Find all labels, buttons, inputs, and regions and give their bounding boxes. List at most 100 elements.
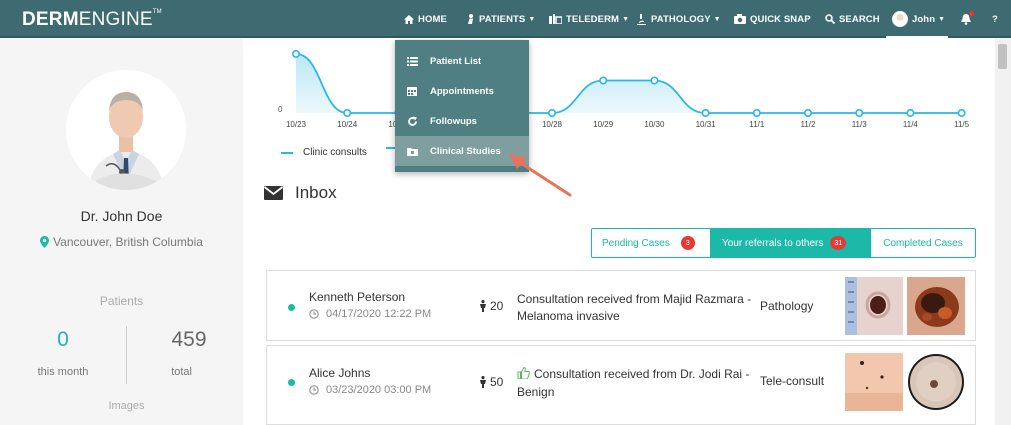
- nav-pathology-label: PATHOLOGY: [651, 13, 711, 25]
- doctor-name: Dr. John Doe: [80, 208, 163, 224]
- consultation-summary-text: Consultation received from Dr. Jodi Rai …: [517, 367, 750, 399]
- tab-your-referrals[interactable]: Your referrals to others 31: [711, 228, 870, 258]
- dermengine-logo[interactable]: DERMENGINETM: [22, 9, 162, 31]
- data-point[interactable]: [701, 109, 710, 118]
- x-tick-label: 11/4: [903, 120, 919, 129]
- data-point[interactable]: [855, 109, 864, 118]
- scrollbar-thumb[interactable]: [998, 44, 1007, 69]
- folder-icon: [405, 147, 419, 156]
- doctor-location: Vancouver, British Columbia: [0, 235, 243, 251]
- case-type: Pathology: [760, 299, 814, 313]
- menu-item-appointments[interactable]: Appointments: [395, 76, 529, 106]
- nav-user-menu[interactable]: John ▼: [892, 0, 945, 38]
- patients-stats-label: Patients: [99, 294, 144, 308]
- thumbs-up-icon: [517, 366, 530, 384]
- user-avatar: [892, 11, 908, 27]
- data-point[interactable]: [650, 76, 659, 85]
- consults-line-chart: 010/2310/2410/2510/2610/2710/2810/2910/3…: [278, 49, 970, 129]
- patients-this-month-label: this month: [37, 366, 89, 378]
- refresh-icon: [405, 116, 419, 127]
- x-tick-label: 11/2: [801, 120, 817, 129]
- data-point[interactable]: [803, 109, 812, 118]
- inbox-row[interactable]: Alice Johns 03/23/2020 03:00 PM 50 Consu…: [266, 345, 976, 425]
- nav-quick-snap-label: QUICK SNAP: [750, 13, 811, 25]
- envelope-icon: [264, 186, 283, 200]
- consultation-summary: Consultation received from Dr. Jodi Rai …: [517, 366, 753, 401]
- chevron-down-icon: ▼: [713, 15, 721, 23]
- x-tick-label: 10/30: [644, 120, 665, 129]
- search-icon: [825, 14, 835, 24]
- nav-quick-snap[interactable]: QUICK SNAP: [734, 0, 811, 38]
- x-tick-label: 10/24: [337, 120, 358, 129]
- data-point[interactable]: [906, 109, 915, 118]
- referrals-count-badge: 31: [830, 236, 847, 250]
- patients-icon: [466, 14, 475, 24]
- location-pin-icon: [40, 236, 50, 251]
- data-point[interactable]: [547, 109, 556, 118]
- menu-item-followups[interactable]: Followups: [395, 106, 529, 136]
- nav-user-label: John: [912, 13, 936, 25]
- data-point[interactable]: [599, 76, 608, 85]
- menu-item-label: Clinical Studies: [430, 145, 501, 157]
- tab-completed-cases[interactable]: Completed Cases: [870, 228, 976, 258]
- patient-name[interactable]: Kenneth Peterson: [309, 290, 405, 304]
- tab-label: Completed Cases: [883, 237, 963, 249]
- nav-search[interactable]: SEARCH: [825, 0, 880, 38]
- microscope-icon: [636, 13, 647, 25]
- patient-age: 20: [479, 299, 503, 313]
- lesion-image-dermoscopy-3[interactable]: [907, 353, 965, 411]
- clock-icon: [309, 385, 319, 395]
- chevron-down-icon: ▼: [528, 15, 536, 23]
- data-point[interactable]: [752, 109, 761, 118]
- nav-search-label: SEARCH: [839, 13, 880, 25]
- status-dot: [288, 379, 295, 386]
- doctor-location-text: Vancouver, British Columbia: [53, 235, 203, 249]
- nav-notifications[interactable]: [961, 0, 975, 38]
- lesion-image-dermoscopy-2[interactable]: [907, 277, 965, 335]
- doctor-avatar: [66, 70, 186, 190]
- case-date-text: 04/17/2020 12:22 PM: [326, 308, 432, 320]
- patient-name[interactable]: Alice Johns: [309, 366, 370, 380]
- x-tick-label: 10/31: [696, 120, 717, 129]
- list-icon: [405, 56, 419, 66]
- nav-home-label: HOME: [418, 13, 447, 25]
- help-icon: ?: [992, 13, 998, 25]
- x-tick-label: 10/28: [542, 120, 563, 129]
- page-scrollbar[interactable]: [995, 38, 1011, 425]
- legend-label-clinic-consults[interactable]: Clinic consults: [303, 147, 367, 158]
- data-point[interactable]: [957, 109, 966, 118]
- telederm-icon: [549, 14, 562, 24]
- x-tick-label: 11/3: [852, 120, 868, 129]
- inbox-row[interactable]: Kenneth Peterson 04/17/2020 12:22 PM 20 …: [266, 270, 976, 341]
- patients-total-label: total: [171, 366, 192, 378]
- nav-home[interactable]: HOME: [404, 0, 447, 38]
- lesion-image-clinical-1[interactable]: [845, 353, 903, 411]
- images-stats-label: Images: [108, 400, 145, 412]
- nav-pathology[interactable]: PATHOLOGY ▼: [636, 0, 721, 38]
- x-tick-label: 11/5: [954, 120, 970, 129]
- nav-patients[interactable]: PATIENTS ▼: [466, 0, 535, 38]
- tab-label: Pending Cases: [602, 237, 670, 249]
- x-tick-label: 11/1: [749, 120, 765, 129]
- consultation-summary: Consultation received from Majid Razmara…: [517, 292, 752, 323]
- case-type: Tele-consult: [760, 374, 825, 388]
- data-point[interactable]: [291, 49, 300, 58]
- nav-help[interactable]: ?: [992, 0, 998, 38]
- menu-item-patient-list[interactable]: Patient List: [395, 46, 529, 76]
- inbox-heading: Inbox: [264, 183, 337, 203]
- tab-label: Your referrals to others: [722, 237, 824, 249]
- data-point[interactable]: [343, 109, 352, 118]
- profile-panel: Dr. John Doe Vancouver, British Columbia…: [0, 38, 243, 425]
- inbox-tabs: Pending Cases 3 Your referrals to others…: [591, 228, 976, 258]
- nav-telederm[interactable]: TELEDERM ▼: [549, 0, 629, 38]
- pending-count-badge: 3: [680, 236, 695, 250]
- inbox-title-text: Inbox: [295, 183, 337, 202]
- lesion-image-dermoscopy-1[interactable]: [845, 277, 903, 335]
- case-date: 04/17/2020 12:22 PM: [309, 308, 431, 320]
- person-icon: [479, 376, 487, 388]
- status-dot: [288, 304, 295, 311]
- tab-pending-cases[interactable]: Pending Cases 3: [591, 228, 711, 258]
- patients-total-value: 459: [171, 328, 207, 351]
- patients-this-month-value: 0: [57, 328, 69, 351]
- legend-swatch: [281, 151, 293, 154]
